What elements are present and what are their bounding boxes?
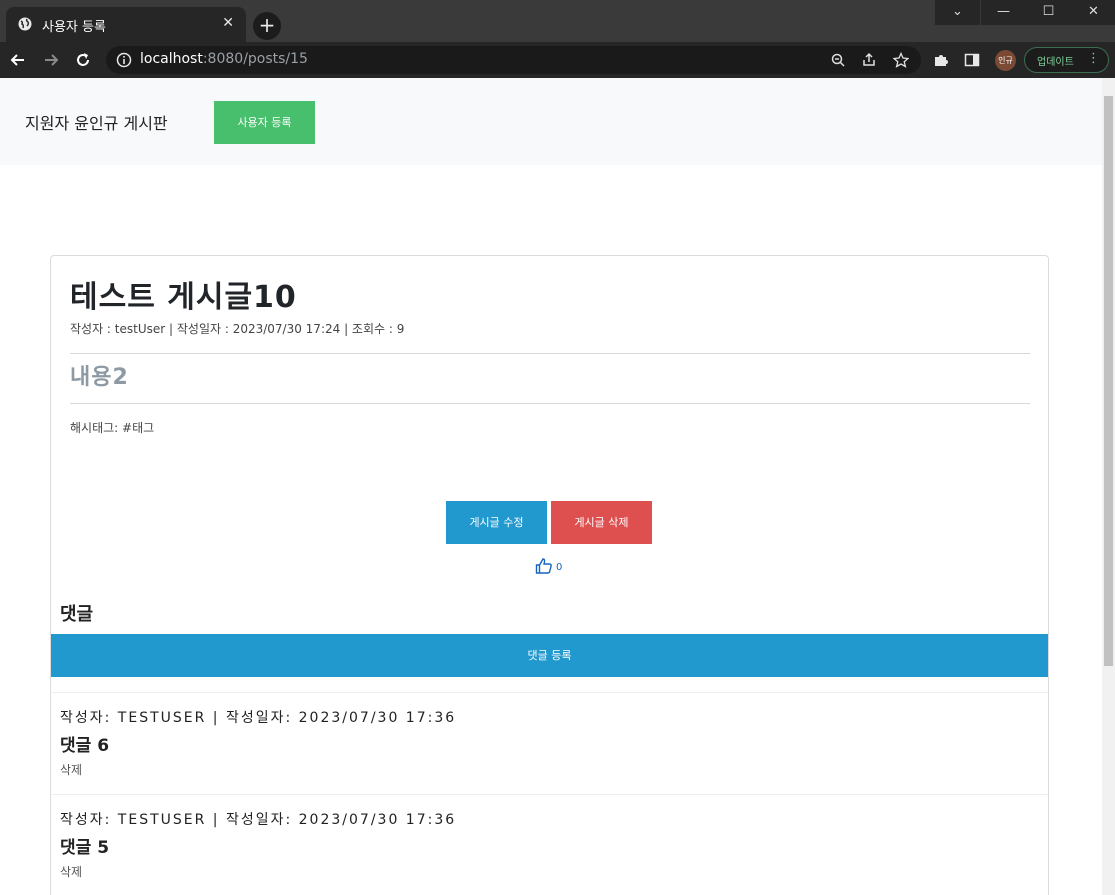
scrollbar-thumb[interactable]	[1104, 96, 1113, 666]
comment-meta: 작성자: testUser | 작성일자: 2023/07/30 17:36	[60, 812, 457, 828]
page-scrollbar[interactable]	[1102, 78, 1115, 895]
add-comment-button[interactable]: 댓글 등록	[51, 634, 1048, 677]
delete-comment-link[interactable]: 삭제	[60, 761, 82, 778]
update-button[interactable]: 업데이트 ⋮	[1024, 47, 1109, 73]
window-close-icon[interactable]: ✕	[1071, 0, 1115, 25]
back-icon[interactable]	[8, 50, 28, 70]
browser-toolbar: localhost:8080/posts/15 인규 업데이트 ⋮	[0, 42, 1115, 78]
page-viewport: 지원자 윤인규 게시판 사용자 등록 테스트 게시글10 작성자 : testU…	[0, 78, 1102, 895]
site-header: 지원자 윤인규 게시판 사용자 등록	[0, 78, 1102, 165]
chevron-down-icon[interactable]: ⌄	[935, 0, 980, 25]
delete-post-button[interactable]: 게시글 삭제	[551, 501, 652, 544]
browser-tabstrip: 사용자 등록 ✕ + ⌄ — ☐ ✕	[0, 0, 1115, 42]
delete-comment-link[interactable]: 삭제	[60, 863, 82, 880]
comment-item: 작성자: testUser | 작성일자: 2023/07/30 17:36 댓…	[51, 794, 1048, 895]
post-card: 테스트 게시글10 작성자 : testUser | 작성일자 : 2023/0…	[50, 255, 1049, 895]
sidepanel-icon[interactable]	[964, 52, 980, 68]
globe-icon	[18, 17, 32, 31]
post-hashtags: 해시태그: #태그	[70, 421, 155, 435]
update-label: 업데이트	[1037, 57, 1074, 68]
more-menu-icon[interactable]: ⋮	[1087, 51, 1100, 66]
url-text: localhost:8080/posts/15	[140, 51, 308, 67]
post-meta: 작성자 : testUser | 작성일자 : 2023/07/30 17:24…	[70, 322, 405, 336]
star-icon[interactable]	[893, 52, 909, 68]
minimize-icon[interactable]: —	[981, 0, 1026, 25]
divider	[70, 353, 1030, 354]
comment-body: 댓글 6	[60, 736, 110, 756]
tab-title: 사용자 등록	[42, 20, 106, 35]
avatar[interactable]: 인규	[995, 50, 1016, 71]
zoom-icon[interactable]	[830, 52, 846, 68]
info-icon[interactable]	[116, 52, 132, 68]
maximize-icon[interactable]: ☐	[1026, 0, 1071, 25]
plus-icon[interactable]: +	[253, 12, 281, 40]
forward-icon[interactable]	[41, 50, 61, 70]
close-icon[interactable]: ✕	[222, 15, 234, 31]
address-bar[interactable]: localhost:8080/posts/15	[106, 46, 921, 74]
comment-meta: 작성자: testUser | 작성일자: 2023/07/30 17:36	[60, 710, 457, 726]
edit-post-button[interactable]: 게시글 수정	[446, 501, 547, 544]
browser-tab[interactable]: 사용자 등록 ✕	[6, 7, 246, 42]
reload-icon[interactable]	[73, 50, 93, 70]
like-count: 0	[556, 562, 563, 573]
post-title: 테스트 게시글10	[70, 280, 297, 315]
site-brand[interactable]: 지원자 윤인규 게시판	[25, 110, 168, 134]
register-user-button[interactable]: 사용자 등록	[214, 101, 315, 144]
comment-body: 댓글 5	[60, 838, 110, 858]
post-content: 내용2	[70, 365, 129, 390]
extensions-icon[interactable]	[933, 52, 949, 68]
thumbs-up-icon[interactable]	[535, 557, 553, 575]
comment-item: 작성자: testUser | 작성일자: 2023/07/30 17:36 댓…	[51, 692, 1048, 794]
comments-heading: 댓글	[60, 604, 94, 625]
like-button[interactable]: 0	[535, 557, 575, 575]
share-icon[interactable]	[861, 52, 877, 68]
divider	[70, 403, 1030, 404]
